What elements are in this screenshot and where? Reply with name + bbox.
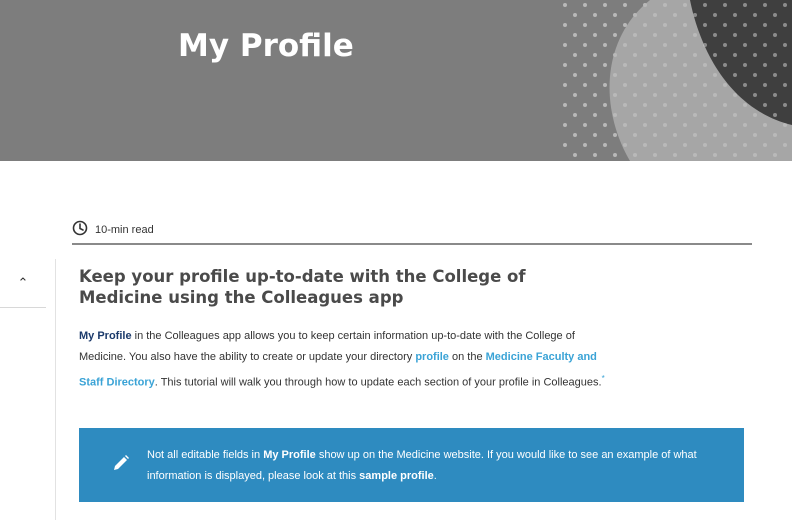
- sidebar-toc: ⌃: [0, 259, 56, 520]
- sidebar-toggle-button[interactable]: ⌃: [0, 259, 46, 308]
- intro-paragraph: My Profile in the Colleagues app allows …: [79, 326, 609, 394]
- decorative-dots-art: [560, 0, 792, 161]
- intro-text-3: . This tutorial will walk you through ho…: [154, 376, 602, 389]
- clock-icon: [72, 220, 88, 236]
- sample-profile-link[interactable]: sample profile: [359, 470, 434, 482]
- hero-banner: My Profile: [0, 0, 792, 161]
- pencil-icon: [114, 455, 129, 470]
- footnote-mark[interactable]: *: [602, 374, 605, 383]
- profile-link[interactable]: profile: [415, 351, 449, 363]
- intro-strong-lead: My Profile: [79, 330, 132, 342]
- callout-text: Not all editable fields in My Profile sh…: [147, 445, 727, 487]
- article-content: Keep your profile up-to-date with the Co…: [79, 266, 609, 394]
- chevron-up-icon: ⌃: [17, 275, 29, 291]
- callout-strong-1: My Profile: [263, 449, 316, 461]
- article-heading: Keep your profile up-to-date with the Co…: [79, 267, 526, 307]
- page-title: My Profile: [178, 28, 354, 64]
- read-time: 10-min read: [95, 224, 154, 236]
- info-callout: Not all editable fields in My Profile sh…: [79, 428, 744, 502]
- callout-text-1: Not all editable fields in: [147, 449, 264, 461]
- intro-text-2: on the: [448, 351, 486, 363]
- callout-text-3: .: [433, 470, 437, 482]
- reading-meta: 10-min read: [72, 219, 752, 245]
